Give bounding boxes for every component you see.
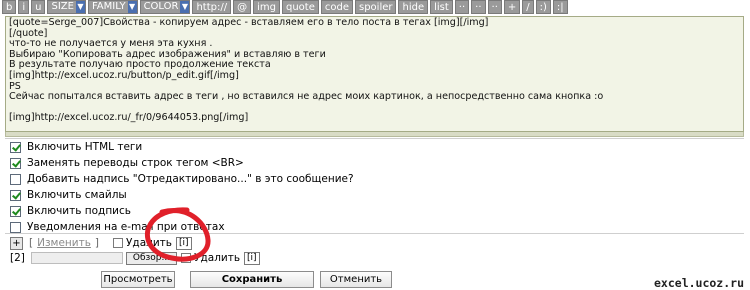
red-annotation-scribble	[144, 207, 211, 262]
